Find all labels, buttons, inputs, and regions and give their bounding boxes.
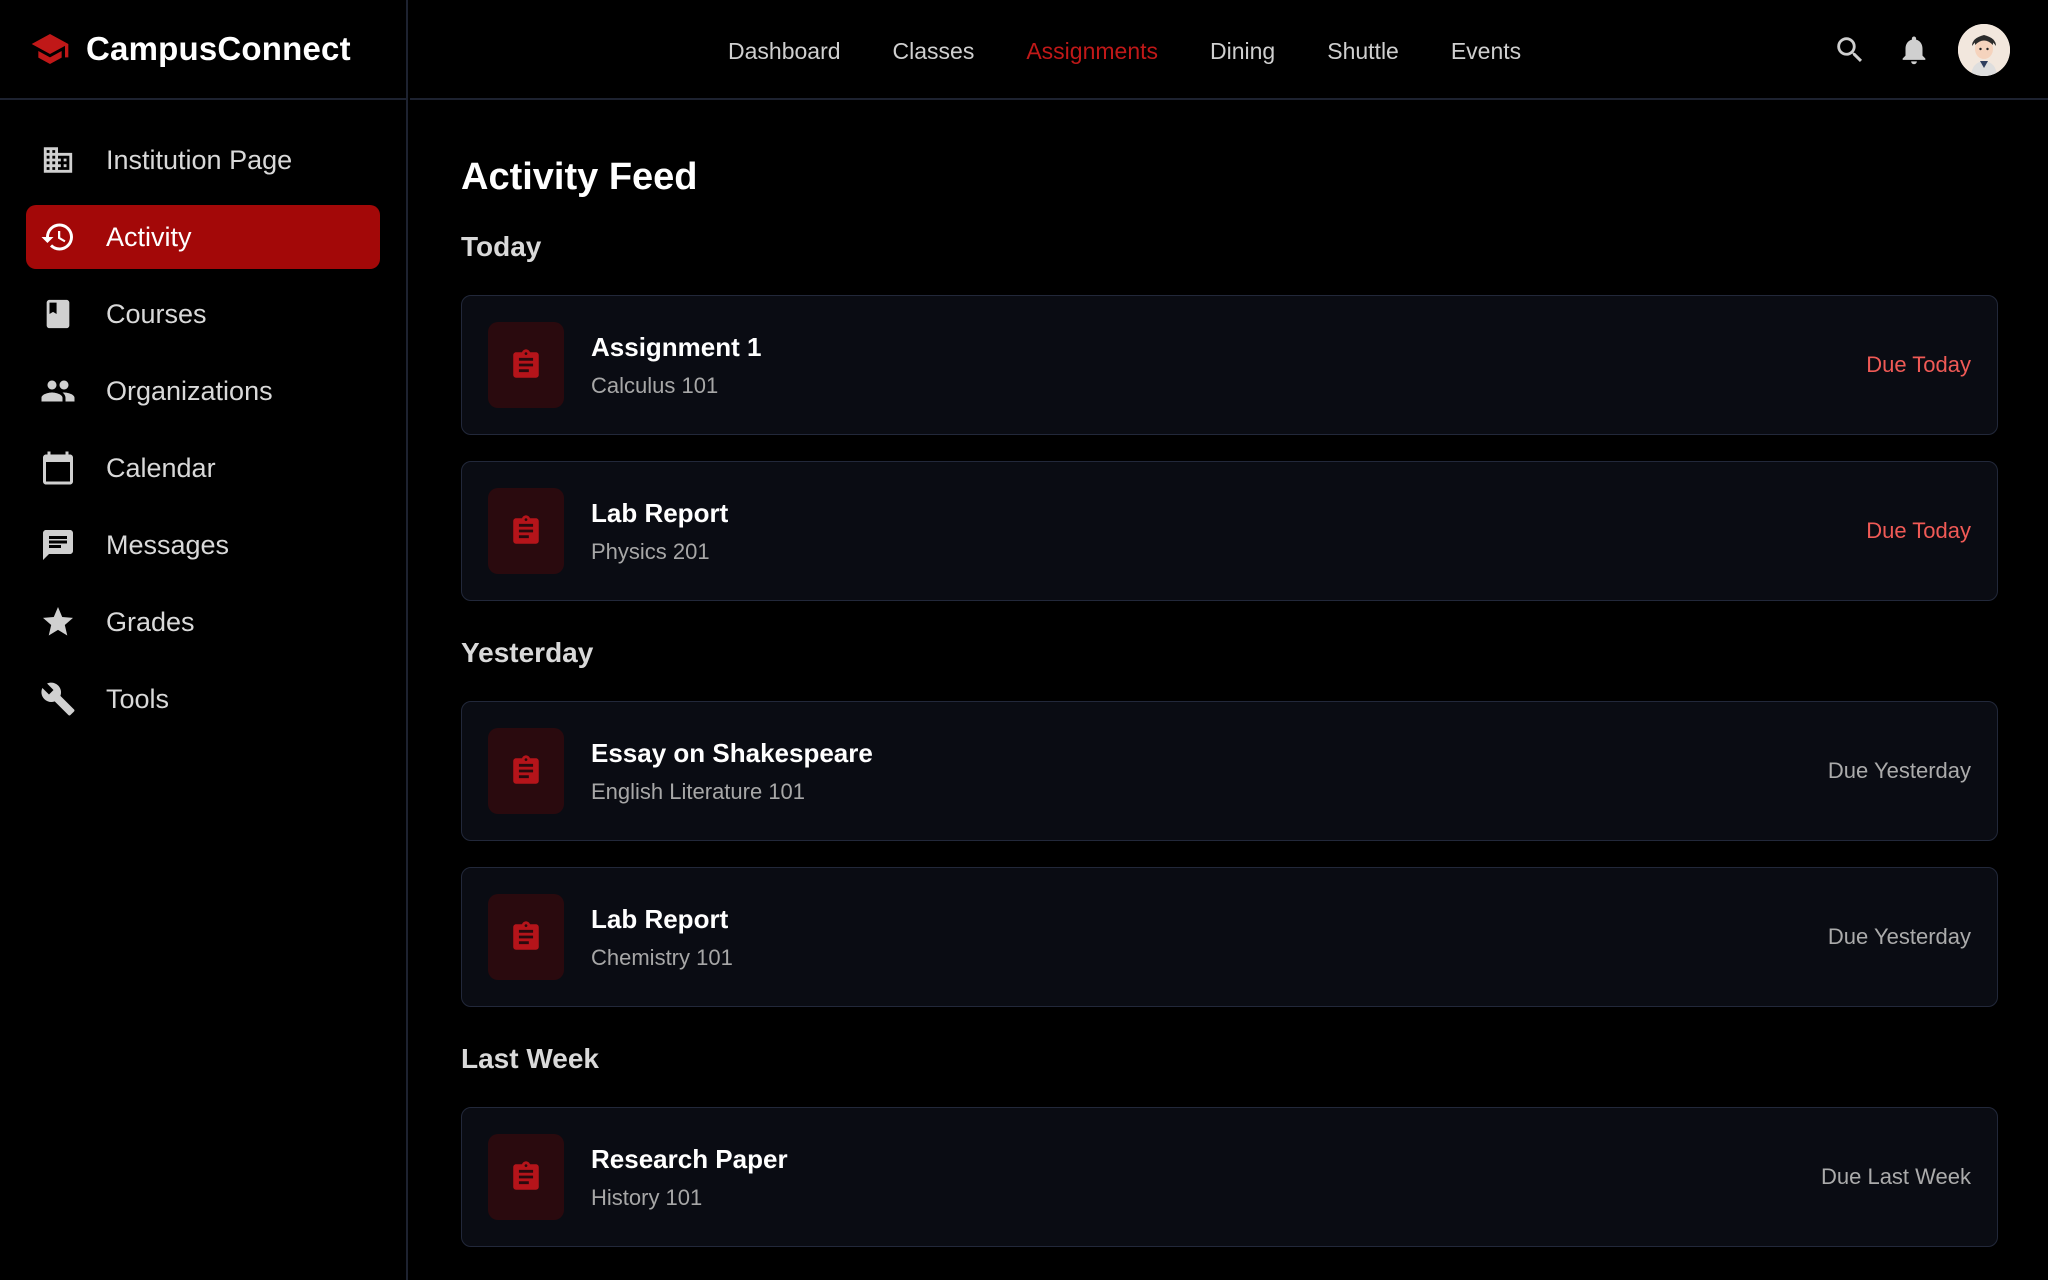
activity-course: Calculus 101 bbox=[591, 372, 719, 398]
activity-card-text: Lab Report Chemistry 101 bbox=[591, 904, 1828, 971]
sidebar-item-label: Institution Page bbox=[106, 144, 293, 175]
top-nav-shuttle[interactable]: Shuttle bbox=[1327, 36, 1399, 65]
top-nav-classes[interactable]: Classes bbox=[893, 36, 975, 65]
top-nav-dining[interactable]: Dining bbox=[1210, 36, 1275, 65]
activity-course: Physics 201 bbox=[591, 538, 710, 564]
message-icon bbox=[40, 527, 76, 563]
activity-due-status: Due Today bbox=[1866, 518, 1971, 543]
history-icon bbox=[40, 219, 76, 255]
bell-icon[interactable] bbox=[1894, 30, 1934, 70]
activity-card[interactable]: Essay on Shakespeare English Literature … bbox=[461, 701, 1998, 841]
book-icon bbox=[40, 296, 76, 332]
activity-card[interactable]: Assignment 1 Calculus 101 Due Today bbox=[461, 295, 1998, 435]
activity-title: Assignment 1 bbox=[591, 331, 762, 362]
activity-list-today: Assignment 1 Calculus 101 Due Today Lab … bbox=[461, 295, 1998, 601]
sidebar-item-institution-page[interactable]: Institution Page bbox=[26, 128, 380, 192]
section-title-today: Today bbox=[461, 231, 542, 262]
search-icon[interactable] bbox=[1830, 30, 1870, 70]
sidebar-item-label: Courses bbox=[106, 298, 207, 329]
sidebar-item-activity[interactable]: Activity bbox=[26, 205, 380, 269]
sidebar-item-tools[interactable]: Tools bbox=[26, 667, 380, 731]
brand[interactable]: CampusConnect bbox=[0, 0, 406, 100]
sidebar-item-label: Grades bbox=[106, 606, 195, 637]
top-nav-dashboard[interactable]: Dashboard bbox=[728, 36, 841, 65]
sidebar-item-grades[interactable]: Grades bbox=[26, 590, 380, 654]
calendar-icon bbox=[40, 450, 76, 486]
clipboard-icon bbox=[488, 1134, 564, 1220]
sidebar-item-label: Calendar bbox=[106, 452, 216, 483]
clipboard-icon bbox=[488, 894, 564, 980]
activity-list-last-week: Research Paper History 101 Due Last Week bbox=[461, 1107, 1998, 1247]
activity-due-status: Due Yesterday bbox=[1827, 924, 1971, 949]
activity-card[interactable]: Lab Report Chemistry 101 Due Yesterday bbox=[461, 867, 1998, 1007]
page-title: Activity Feed bbox=[461, 156, 698, 198]
wrench-icon bbox=[40, 681, 76, 717]
top-nav-assignments[interactable]: Assignments bbox=[1026, 36, 1158, 65]
graduation-cap-icon bbox=[28, 27, 72, 71]
sidebar-item-calendar[interactable]: Calendar bbox=[26, 436, 380, 500]
star-icon bbox=[40, 604, 76, 640]
sidebar-item-organizations[interactable]: Organizations bbox=[26, 359, 380, 423]
activity-due-status: Due Today bbox=[1866, 352, 1971, 377]
clipboard-icon bbox=[488, 322, 564, 408]
activity-title: Lab Report bbox=[591, 497, 729, 528]
activity-title: Essay on Shakespeare bbox=[591, 737, 873, 768]
sidebar-nav: Institution Page Activity Courses Organi… bbox=[0, 100, 406, 744]
activity-course: English Literature 101 bbox=[591, 778, 806, 804]
activity-course: Chemistry 101 bbox=[591, 944, 733, 970]
activity-card-text: Lab Report Physics 201 bbox=[591, 498, 1866, 565]
top-nav: Dashboard Classes Assignments Dining Shu… bbox=[728, 0, 1573, 100]
section-title-last-week: Last Week bbox=[461, 1043, 599, 1074]
activity-card-text: Research Paper History 101 bbox=[591, 1144, 1821, 1211]
sidebar-item-label: Messages bbox=[106, 529, 230, 560]
activity-title: Research Paper bbox=[591, 1143, 788, 1174]
top-nav-events[interactable]: Events bbox=[1451, 36, 1521, 65]
activity-list-yesterday: Essay on Shakespeare English Literature … bbox=[461, 701, 1998, 1007]
activity-due-status: Due Yesterday bbox=[1827, 758, 1971, 783]
activity-card[interactable]: Research Paper History 101 Due Last Week bbox=[461, 1107, 1998, 1247]
main-content: Activity Feed Today Assignment 1 Calculu… bbox=[461, 100, 1998, 1273]
activity-due-status: Due Last Week bbox=[1820, 1164, 1971, 1189]
top-actions bbox=[1830, 0, 2010, 100]
sidebar: CampusConnect Institution Page Activity bbox=[0, 0, 408, 1280]
activity-title: Lab Report bbox=[591, 903, 729, 934]
app: CampusConnect Institution Page Activity bbox=[0, 0, 2048, 1280]
section-title-yesterday: Yesterday bbox=[461, 637, 594, 668]
clipboard-icon bbox=[488, 488, 564, 574]
sidebar-item-courses[interactable]: Courses bbox=[26, 282, 380, 346]
topbar: Dashboard Classes Assignments Dining Shu… bbox=[410, 0, 2048, 100]
avatar[interactable] bbox=[1958, 24, 2010, 76]
sidebar-item-label: Tools bbox=[106, 683, 170, 714]
activity-card[interactable]: Lab Report Physics 201 Due Today bbox=[461, 461, 1998, 601]
activity-card-text: Assignment 1 Calculus 101 bbox=[591, 332, 1866, 399]
clipboard-icon bbox=[488, 728, 564, 814]
people-icon bbox=[40, 373, 76, 409]
sidebar-item-label: Organizations bbox=[106, 375, 273, 406]
sidebar-item-label: Activity bbox=[106, 221, 192, 252]
sidebar-item-messages[interactable]: Messages bbox=[26, 513, 380, 577]
activity-card-text: Essay on Shakespeare English Literature … bbox=[591, 738, 1828, 805]
brand-name: CampusConnect bbox=[86, 30, 351, 67]
building-icon bbox=[40, 142, 76, 178]
activity-course: History 101 bbox=[591, 1184, 703, 1210]
